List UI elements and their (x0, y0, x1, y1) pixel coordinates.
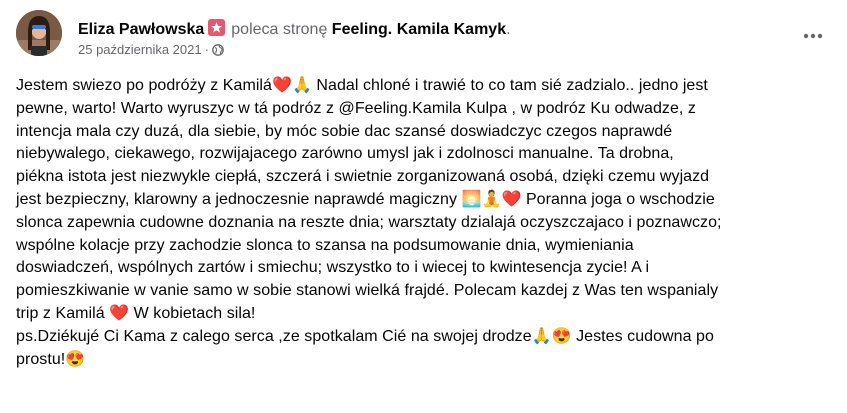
meta-separator: · (204, 42, 209, 57)
recommends-label: poleca stronę (231, 21, 328, 38)
trailing-punct: . (506, 21, 511, 38)
post-body-text: Jestem swiezo po podróży z Kamilá❤️🙏 Nad… (16, 77, 722, 368)
post-date[interactable]: 25 października 2021 (78, 42, 202, 57)
post-meta: 25 października 2021 · (78, 42, 224, 60)
post-header: Eliza Pawłowska poleca stronę Feeling. Ka… (16, 10, 831, 64)
author-line: Eliza Pawłowska poleca stronę Feeling. Ka… (78, 19, 511, 40)
avatar[interactable] (16, 10, 62, 56)
page-name-link[interactable]: Feeling. Kamila Kamyk (332, 21, 506, 38)
globe-icon (212, 44, 224, 60)
recommend-star-icon (208, 19, 226, 36)
more-dots-icon (803, 33, 823, 39)
more-options-button[interactable] (795, 18, 831, 54)
author-name[interactable]: Eliza Pawłowska (78, 21, 204, 38)
post-card: Eliza Pawłowska poleca stronę Feeling. Ka… (0, 0, 847, 413)
